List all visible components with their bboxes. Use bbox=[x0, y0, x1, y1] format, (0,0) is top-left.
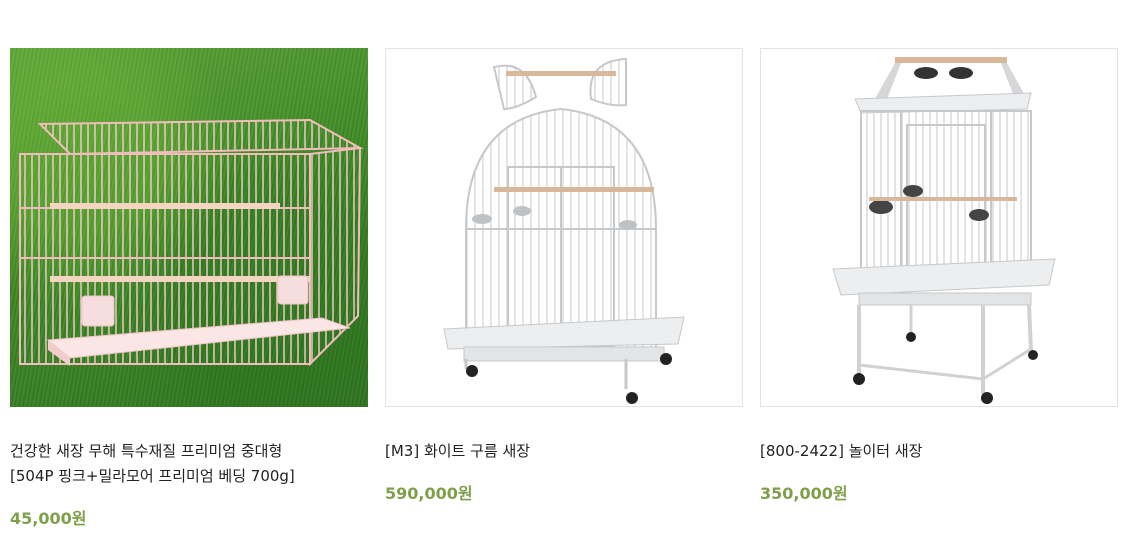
white-dome-cage-illustration bbox=[443, 57, 685, 404]
pink-cage-illustration bbox=[19, 118, 364, 367]
product-name-line: [800-2422] 놀이터 새장 bbox=[760, 442, 923, 460]
product-card[interactable]: [800-2422] 놀이터 새장 350,000원 bbox=[760, 48, 1118, 504]
product-price: 590,000원 bbox=[385, 484, 473, 503]
product-image-pink-cage[interactable] bbox=[10, 48, 368, 407]
playtop-cage-illustration bbox=[832, 57, 1056, 404]
product-name-line: 건강한 새장 무해 특수재질 프리미엄 중대형 bbox=[10, 442, 283, 460]
product-name[interactable]: [800-2422] 놀이터 새장 bbox=[760, 439, 1118, 464]
product-price: 45,000원 bbox=[10, 509, 87, 528]
product-name[interactable]: 건강한 새장 무해 특수재질 프리미엄 중대형 [504P 핑크+밀라모어 프리… bbox=[10, 439, 368, 489]
product-image-playtop-cage[interactable] bbox=[760, 48, 1118, 407]
product-card[interactable]: 건강한 새장 무해 특수재질 프리미엄 중대형 [504P 핑크+밀라모어 프리… bbox=[10, 48, 368, 529]
product-card[interactable]: [M3] 화이트 구름 새장 590,000원 bbox=[385, 48, 743, 504]
product-price: 350,000원 bbox=[760, 484, 848, 503]
product-name-line: [M3] 화이트 구름 새장 bbox=[385, 442, 531, 460]
product-name-line: [504P 핑크+밀라모어 프리미엄 베딩 700g] bbox=[10, 467, 295, 485]
product-image-white-dome-cage[interactable] bbox=[385, 48, 743, 407]
product-name[interactable]: [M3] 화이트 구름 새장 bbox=[385, 439, 743, 464]
